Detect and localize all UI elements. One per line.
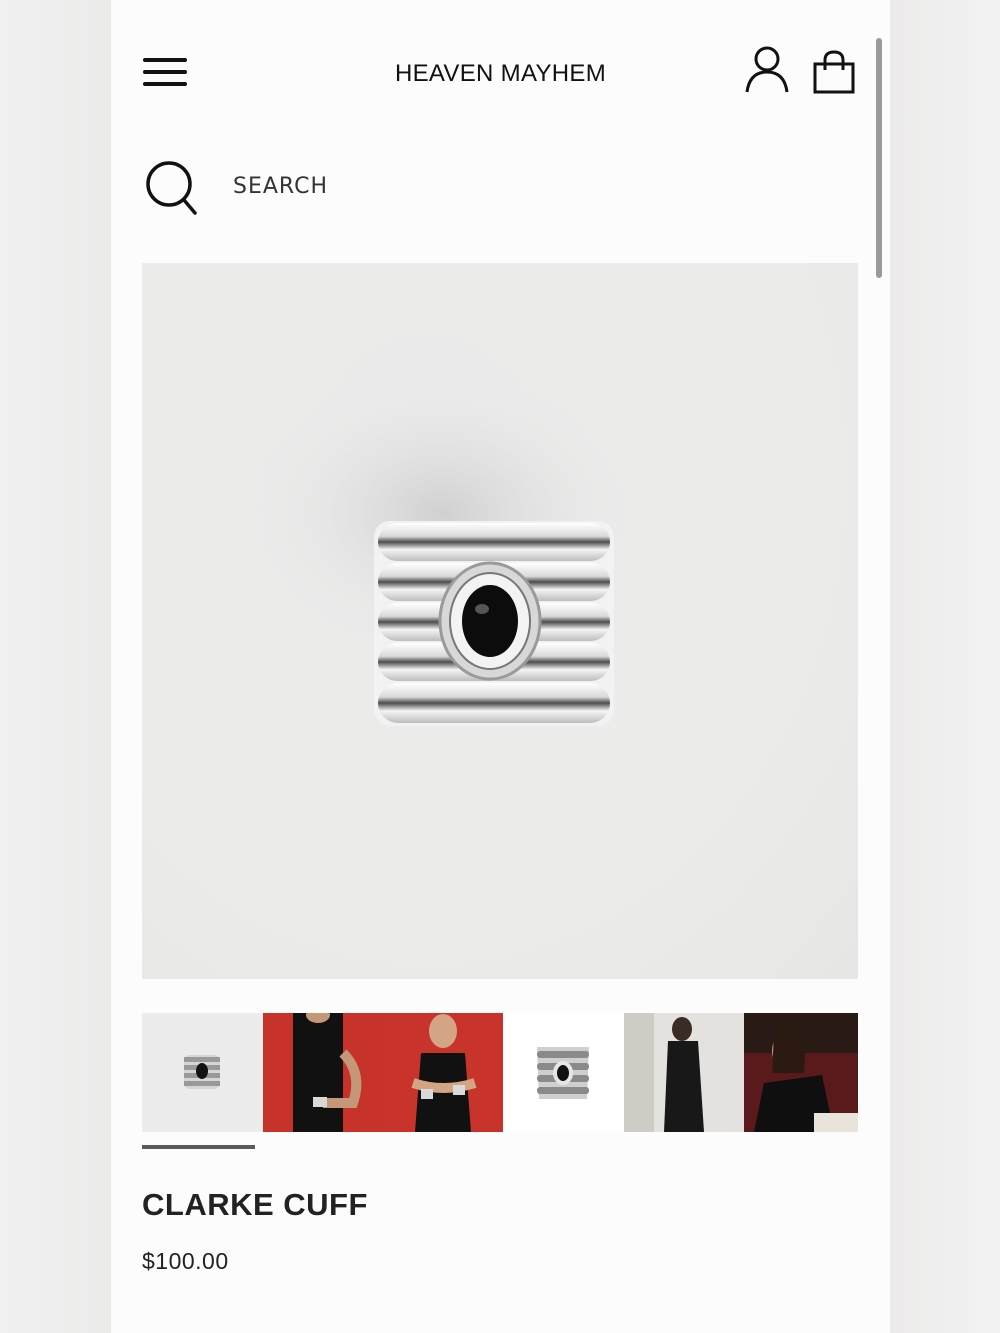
background-right xyxy=(890,0,1000,1333)
product-price: $100.00 xyxy=(142,1248,229,1274)
thumbnail-strip xyxy=(142,1013,858,1132)
page: HEAVEN MAYHEM SEARCH CLARKE CUFF $100.00 xyxy=(111,0,890,1333)
thumbnail-image xyxy=(537,1047,589,1099)
search-icon xyxy=(146,161,197,215)
thumbnail-image xyxy=(744,1013,858,1132)
thumbnail-image xyxy=(293,1013,362,1132)
search-bar[interactable] xyxy=(145,160,565,216)
thumbnail-image xyxy=(624,1013,704,1132)
thumbnail-2[interactable] xyxy=(263,1013,383,1132)
cart-button[interactable] xyxy=(813,50,855,94)
search-input[interactable] xyxy=(231,170,535,202)
cuff-image xyxy=(242,373,642,726)
thumbnail-4[interactable] xyxy=(503,1013,624,1132)
thumbnail-6[interactable] xyxy=(744,1013,858,1132)
account-button[interactable] xyxy=(745,44,789,94)
shopping-bag-icon xyxy=(813,50,855,94)
thumbnail-5[interactable] xyxy=(624,1013,744,1132)
scrollbar[interactable] xyxy=(876,38,882,278)
main-product-image[interactable] xyxy=(142,263,858,979)
product-title: CLARKE CUFF xyxy=(142,1187,368,1222)
thumbnail-3[interactable] xyxy=(383,1013,503,1132)
background-left xyxy=(0,0,111,1333)
thumbnail-image xyxy=(411,1014,477,1132)
thumbnail-1[interactable] xyxy=(142,1013,263,1132)
thumbnail-image xyxy=(184,1055,220,1089)
gallery-position-indicator xyxy=(142,1145,255,1149)
user-account-icon xyxy=(745,46,789,93)
